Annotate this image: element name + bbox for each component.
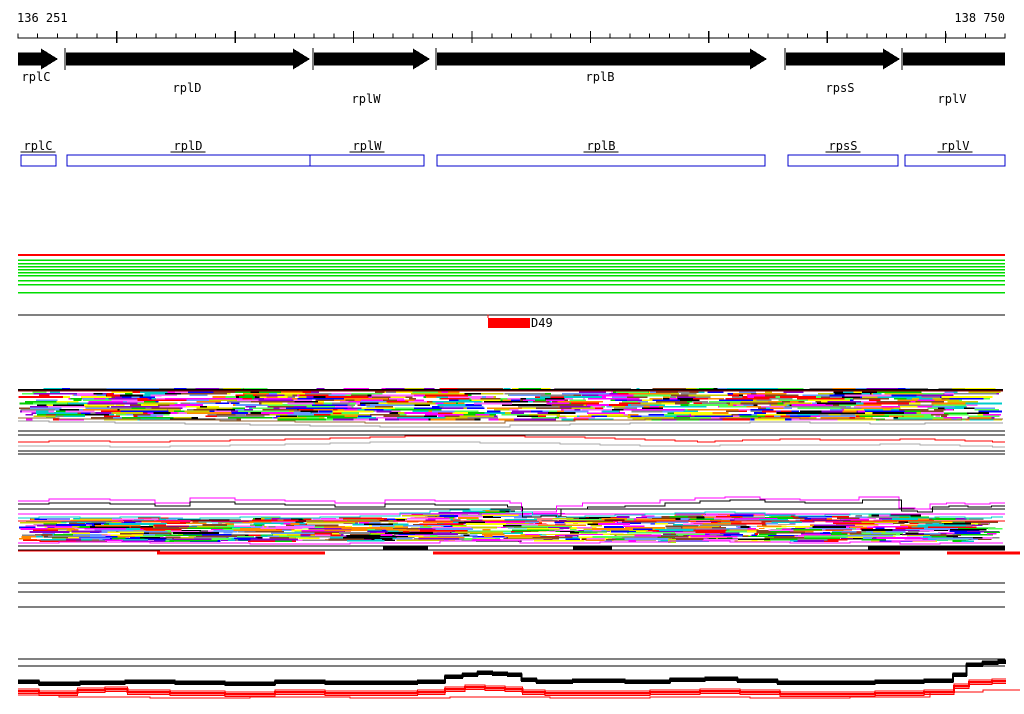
plot-curve-gray_mid	[18, 441, 1005, 448]
gene-label-rplC: rplC	[22, 70, 51, 84]
feature-label-rpsS: rpsS	[829, 139, 858, 153]
feature-box-rpsS[interactable]: rpsS	[787, 139, 899, 167]
feature-label-rplV: rplV	[941, 139, 970, 153]
plot-curves	[18, 417, 1020, 699]
plot-curve-red_mid	[18, 435, 1005, 443]
gene-label-rplD: rplD	[173, 81, 202, 95]
comparison-band-2	[18, 509, 1003, 543]
selected-feature-marker[interactable]: D49	[487, 314, 553, 331]
feature-label-rplB: rplB	[587, 139, 616, 153]
gene-arrow-rpsS[interactable]: rpsS	[786, 48, 900, 96]
gene-label-rplB: rplB	[586, 70, 615, 84]
marker-label: D49	[531, 316, 553, 330]
feature-box-rplD[interactable]: rplD	[66, 139, 311, 167]
identity-track	[18, 254, 1005, 294]
feature-box-rplW[interactable]: rplW	[309, 139, 425, 167]
feature-label-rplC: rplC	[24, 139, 53, 153]
feature-label-rplD: rplD	[174, 139, 203, 153]
plot-curve-band1_gray	[18, 420, 1003, 428]
gene-arrow-rplC[interactable]: rplC	[18, 48, 58, 85]
gene-arrow-rplD[interactable]: rplD	[66, 48, 310, 96]
gene-arrow-rplW[interactable]: rplW	[314, 48, 430, 107]
gene-arrow-rplB[interactable]: rplB	[437, 48, 767, 85]
plot-curve-magenta_top	[18, 496, 1005, 513]
gene-arrow-rplV[interactable]: rplV	[903, 52, 1005, 107]
feature-box-track: rplC rplD rplW rplB rpsS rplV	[20, 139, 1006, 167]
gene-label-rplV: rplV	[938, 92, 967, 106]
gene-label-rpsS: rpsS	[826, 81, 855, 95]
gene-arrow-track: rplC rplD rplW rplB rpsS rplV	[18, 48, 1005, 106]
genome-view-canvas[interactable]: rplC rplD rplW rplB rpsS rplV rplC rplD rplW rplB…	[0, 0, 1024, 714]
plot-grid-lines	[18, 314, 1020, 667]
gene-label-rplW: rplW	[352, 92, 382, 106]
genome-browser-window: 136 251 138 750 rplC rplD rplW rplB rpsS rplV…	[0, 0, 1024, 714]
feature-box-rplV[interactable]: rplV	[904, 139, 1006, 167]
feature-label-rplW: rplW	[353, 139, 383, 153]
ruler	[17, 31, 1006, 43]
comparison-band-1	[18, 388, 1003, 421]
feature-box-rplC[interactable]: rplC	[20, 139, 57, 167]
feature-box-rplB[interactable]: rplB	[436, 139, 766, 167]
plot-curve-bottom_black	[18, 659, 1006, 687]
